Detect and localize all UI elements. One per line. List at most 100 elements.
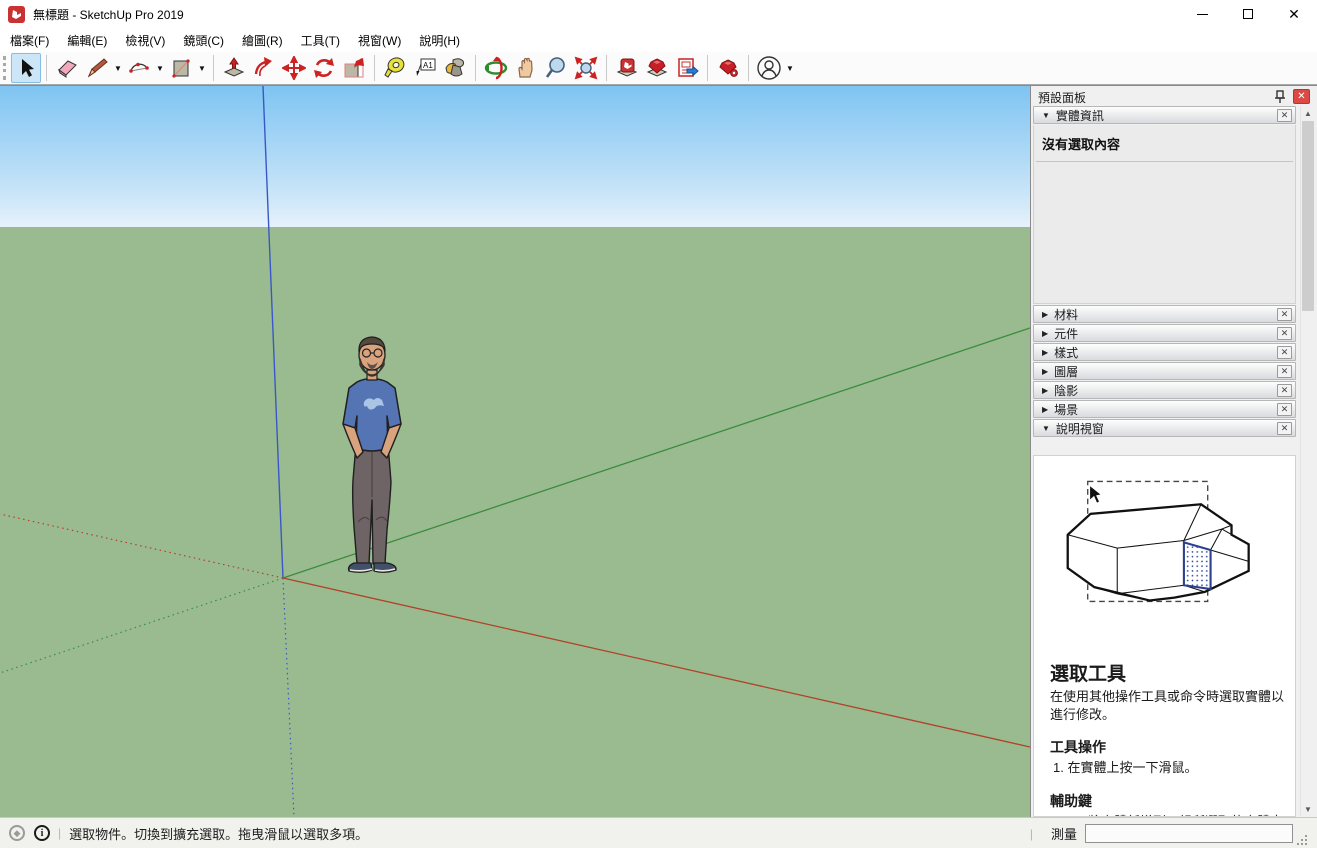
section-instructor[interactable]: ▼ 說明視窗 ✕ [1033, 419, 1296, 437]
rectangle-tool-button[interactable] [166, 53, 196, 83]
instructor-panel: 選取工具 在使用其他操作工具或命令時選取實體以進行修改。 工具操作 1. 在實體… [1033, 455, 1296, 817]
menu-camera[interactable]: 鏡頭(C) [174, 28, 233, 53]
follow-me-icon [252, 56, 276, 80]
section-components[interactable]: ▶ 元件 ✕ [1033, 324, 1296, 342]
eraser-tool-button[interactable] [52, 53, 82, 83]
pencil-icon [85, 56, 109, 80]
section-close-button[interactable]: ✕ [1277, 365, 1292, 378]
chevron-right-icon: ▶ [1042, 329, 1048, 338]
push-pull-tool-button[interactable] [219, 53, 249, 83]
ground-plane [0, 227, 1030, 817]
resize-grip-icon[interactable] [1297, 835, 1307, 845]
section-close-button[interactable]: ✕ [1277, 327, 1292, 340]
menu-tools[interactable]: 工具(T) [292, 28, 349, 53]
measurements-input[interactable] [1085, 824, 1293, 843]
rectangle-icon [169, 56, 193, 80]
sketchup-logo-icon [8, 6, 25, 23]
menu-help[interactable]: 說明(H) [410, 28, 469, 53]
tape-measure-icon [383, 56, 407, 80]
move-icon [282, 56, 306, 80]
rectangle-tool-dropdown[interactable]: ▼ [196, 53, 208, 83]
section-scenes[interactable]: ▶ 場景 ✕ [1033, 400, 1296, 418]
maximize-icon [1243, 9, 1253, 19]
instructor-illustration [1062, 470, 1262, 630]
text-icon: A1 [413, 56, 437, 80]
minimize-button[interactable] [1179, 0, 1225, 28]
scroll-up-icon[interactable]: ▲ [1301, 106, 1315, 120]
section-shadows[interactable]: ▶ 陰影 ✕ [1033, 381, 1296, 399]
toolbar-separator [606, 55, 607, 81]
rotate-tool-button[interactable] [309, 53, 339, 83]
extension-manager-icon [716, 56, 740, 80]
line-tool-button[interactable] [82, 53, 112, 83]
section-close-button[interactable]: ✕ [1277, 109, 1292, 122]
section-close-button[interactable]: ✕ [1277, 422, 1292, 435]
pin-icon[interactable] [1273, 89, 1287, 104]
account-dropdown[interactable]: ▼ [784, 53, 796, 83]
minimize-icon [1197, 14, 1208, 15]
instructor-operation-heading: 工具操作 [1050, 737, 1285, 757]
scale-tool-button[interactable] [339, 53, 369, 83]
orbit-tool-button[interactable] [481, 53, 511, 83]
3d-warehouse-button[interactable] [612, 53, 642, 83]
menu-bar: 檔案(F) 編輯(E) 檢視(V) 鏡頭(C) 繪圖(R) 工具(T) 視窗(W… [0, 28, 1317, 52]
tray-close-button[interactable]: ✕ [1293, 89, 1310, 104]
chevron-down-icon: ▼ [1042, 111, 1050, 120]
section-close-button[interactable]: ✕ [1277, 384, 1292, 397]
instructor-text: 選取工具 在使用其他操作工具或命令時選取實體以進行修改。 工具操作 1. 在實體… [1034, 659, 1295, 817]
tape-measure-tool-button[interactable] [380, 53, 410, 83]
chevron-down-icon: ▼ [1042, 424, 1050, 433]
menu-view[interactable]: 檢視(V) [116, 28, 174, 53]
arc-tool-dropdown[interactable]: ▼ [154, 53, 166, 83]
menu-edit[interactable]: 編輯(E) [58, 28, 116, 53]
pan-tool-button[interactable] [511, 53, 541, 83]
entity-info-body: 沒有選取內容 [1033, 125, 1296, 304]
account-button[interactable] [754, 53, 784, 83]
close-button[interactable]: ✕ [1271, 0, 1317, 28]
move-tool-button[interactable] [279, 53, 309, 83]
paint-bucket-tool-button[interactable] [440, 53, 470, 83]
chevron-right-icon: ▶ [1042, 405, 1048, 414]
scroll-down-icon[interactable]: ▼ [1301, 802, 1315, 816]
section-close-button[interactable]: ✕ [1277, 308, 1292, 321]
menu-draw[interactable]: 繪圖(R) [233, 28, 292, 53]
toolbar-separator [213, 55, 214, 81]
section-close-button[interactable]: ✕ [1277, 403, 1292, 416]
extension-warehouse-button[interactable] [642, 53, 672, 83]
section-styles[interactable]: ▶ 樣式 ✕ [1033, 343, 1296, 361]
chevron-down-icon: ▼ [786, 64, 794, 73]
scale-icon [342, 56, 366, 80]
zoom-tool-button[interactable] [541, 53, 571, 83]
tray-scrollbar[interactable]: ▲ ▼ [1300, 106, 1314, 816]
follow-me-tool-button[interactable] [249, 53, 279, 83]
pan-icon [514, 56, 538, 80]
send-to-layout-button[interactable] [672, 53, 702, 83]
chevron-right-icon: ▶ [1042, 367, 1048, 376]
section-layers[interactable]: ▶ 圖層 ✕ [1033, 362, 1296, 380]
tray-title-bar[interactable]: 預設面板 ✕ [1031, 88, 1315, 106]
paint-bucket-icon [443, 56, 467, 80]
chevron-down-icon: ▼ [114, 64, 122, 73]
line-tool-dropdown[interactable]: ▼ [112, 53, 124, 83]
section-entity-info[interactable]: ▼ 實體資訊 ✕ [1033, 106, 1296, 124]
chevron-down-icon: ▼ [156, 64, 164, 73]
select-tool-button[interactable] [11, 53, 41, 83]
geolocation-icon[interactable]: ◆ [9, 825, 25, 841]
zoom-extents-tool-button[interactable] [571, 53, 601, 83]
text-tool-button[interactable]: A1 [410, 53, 440, 83]
menu-file[interactable]: 檔案(F) [1, 28, 58, 53]
extension-manager-button[interactable] [713, 53, 743, 83]
chevron-right-icon: ▶ [1042, 310, 1048, 319]
drawing-viewport[interactable] [0, 85, 1031, 817]
scrollbar-thumb[interactable] [1302, 121, 1314, 311]
arc-tool-button[interactable] [124, 53, 154, 83]
menu-window[interactable]: 視窗(W) [349, 28, 410, 53]
maximize-button[interactable] [1225, 0, 1271, 28]
info-icon[interactable]: i [34, 825, 50, 841]
toolbar-separator [707, 55, 708, 81]
window-title: 無標題 - SketchUp Pro 2019 [33, 6, 184, 23]
section-materials[interactable]: ▶ 材料 ✕ [1033, 305, 1296, 323]
divider [1036, 161, 1293, 162]
section-close-button[interactable]: ✕ [1277, 346, 1292, 359]
toolbar-grip[interactable] [3, 56, 7, 80]
